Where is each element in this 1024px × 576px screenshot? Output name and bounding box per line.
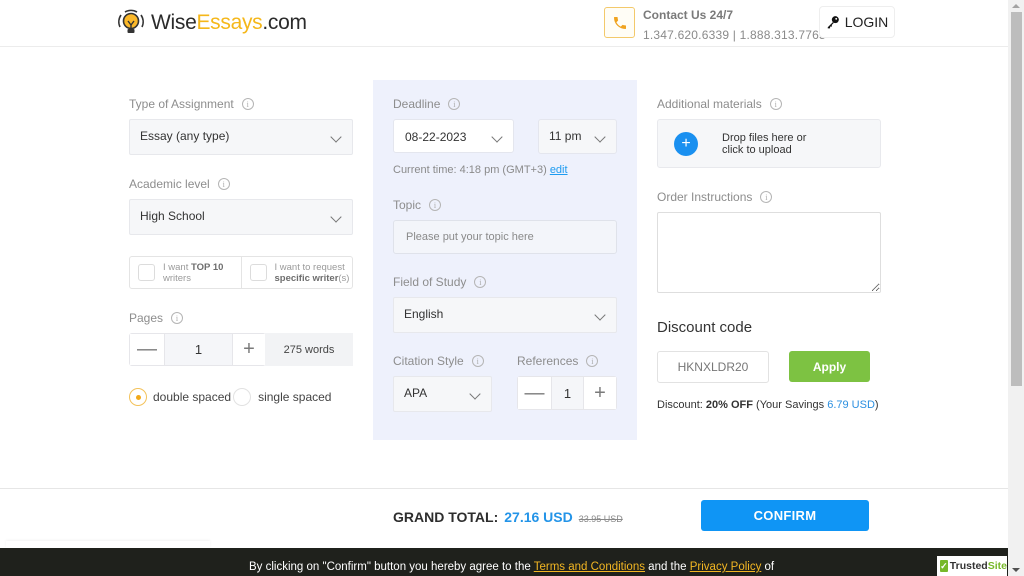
deadline-date-select[interactable]: 08-22-2023 <box>393 119 514 153</box>
topic-label: Topic i <box>393 198 442 212</box>
instructions-label: Order Instructions i <box>657 190 773 204</box>
single-spaced-label[interactable]: single spaced <box>258 390 331 404</box>
assignment-select[interactable]: Essay (any type) <box>129 119 353 155</box>
top10-checkbox[interactable] <box>138 264 155 281</box>
references-increment-button[interactable]: + <box>584 377 616 409</box>
info-icon[interactable]: i <box>171 312 184 324</box>
login-button[interactable]: LOGIN <box>819 6 895 38</box>
info-icon[interactable]: i <box>429 199 442 211</box>
deadline-time-select[interactable]: 11 pm <box>538 119 617 154</box>
discount-title: Discount code <box>657 319 753 336</box>
assignment-value: Essay (any type) <box>140 129 230 143</box>
chevron-down-icon <box>330 211 342 223</box>
specific-writer-option[interactable]: I want to request specific writer(s) <box>240 257 353 288</box>
field-label: Field of Study i <box>393 275 487 289</box>
chevron-down-icon <box>594 309 606 321</box>
privacy-link[interactable]: Privacy Policy <box>690 561 762 573</box>
trustedsite-badge[interactable]: ✓ Trusted Site <box>937 556 1007 576</box>
deadline-time-value: 11 pm <box>549 129 582 143</box>
field-value: English <box>404 307 444 321</box>
apply-discount-button[interactable]: Apply <box>789 351 870 382</box>
deadline-date-value: 08-22-2023 <box>405 130 467 144</box>
discount-code-input[interactable] <box>657 351 769 383</box>
references-value[interactable]: 1 <box>551 377 584 409</box>
lightbulb-icon <box>118 9 144 33</box>
references-label: References i <box>517 354 599 368</box>
academic-select[interactable]: High School <box>129 199 353 235</box>
terms-text: By clicking on "Confirm" button you here… <box>249 561 775 573</box>
plus-icon[interactable]: + <box>674 131 698 156</box>
grand-total-label: GRAND TOTAL: <box>393 509 499 525</box>
references-decrement-button[interactable]: — <box>518 377 551 409</box>
file-upload-dropzone[interactable]: + Drop files here or click to upload <box>657 119 881 168</box>
academic-label: Academic level i <box>129 177 230 191</box>
chevron-down-icon <box>491 131 503 143</box>
specific-writer-checkbox[interactable] <box>249 264 267 281</box>
citation-label: Citation Style i <box>393 354 484 368</box>
citation-select[interactable]: APA <box>393 376 492 412</box>
checkmark-icon: ✓ <box>940 560 948 572</box>
order-page: WiseEssays.com Contact Us 24/7 1.347.620… <box>0 0 1024 576</box>
terms-bar: By clicking on "Confirm" button you here… <box>0 548 1008 576</box>
current-time: Current time: 4:18 pm (GMT+3) edit <box>393 164 568 176</box>
info-icon[interactable]: i <box>769 98 782 110</box>
contact-block: Contact Us 24/7 1.347.620.6339 | 1.888.3… <box>604 7 826 42</box>
contact-phones[interactable]: 1.347.620.6339 | 1.888.313.7765 <box>643 28 826 42</box>
key-icon <box>827 16 839 29</box>
words-count: 275 words <box>265 333 353 366</box>
confirm-button[interactable]: CONFIRM <box>701 500 869 531</box>
chevron-down-icon <box>594 131 606 143</box>
field-select[interactable]: English <box>393 297 617 333</box>
deadline-label: Deadline i <box>393 97 461 111</box>
pages-stepper: — 1 + <box>129 333 266 366</box>
spacing-radio-group: double spaced single spaced <box>129 388 331 406</box>
login-label: LOGIN <box>844 14 889 30</box>
original-price: 33.95 USD <box>578 514 623 524</box>
grand-total: GRAND TOTAL: 27.16 USD 33.95 USD <box>393 509 623 525</box>
double-spaced-label[interactable]: double spaced <box>153 390 231 404</box>
chevron-down-icon <box>469 388 481 400</box>
pages-label: Pages i <box>129 311 184 325</box>
site-header: WiseEssays.com Contact Us 24/7 1.347.620… <box>0 0 1008 47</box>
order-instructions-textarea[interactable] <box>657 212 881 293</box>
materials-label: Additional materials i <box>657 97 782 111</box>
vertical-scrollbar[interactable] <box>1008 0 1024 576</box>
pages-decrement-button[interactable]: — <box>130 334 164 365</box>
info-icon[interactable]: i <box>217 178 230 190</box>
info-icon[interactable]: i <box>760 191 773 203</box>
terms-link[interactable]: Terms and Conditions <box>534 561 645 573</box>
info-icon[interactable]: i <box>448 98 461 110</box>
chevron-down-icon <box>330 131 342 143</box>
single-spaced-radio[interactable] <box>233 388 252 406</box>
double-spaced-radio[interactable] <box>129 388 147 406</box>
info-icon[interactable]: i <box>471 355 484 367</box>
contact-title: Contact Us 24/7 <box>643 8 734 22</box>
assignment-label: Type of Assignment i <box>129 97 254 111</box>
scroll-down-arrow-icon[interactable] <box>1012 568 1020 572</box>
scroll-thumb[interactable] <box>1011 12 1022 386</box>
logo[interactable]: WiseEssays.com <box>116 8 307 38</box>
edit-time-link[interactable]: edit <box>550 164 568 176</box>
info-icon[interactable]: i <box>241 98 254 110</box>
references-stepper: — 1 + <box>517 376 617 410</box>
info-icon[interactable]: i <box>586 355 599 367</box>
academic-value: High School <box>140 209 205 223</box>
pages-value[interactable]: 1 <box>164 334 233 365</box>
citation-value: APA <box>404 386 428 400</box>
info-icon[interactable]: i <box>474 276 487 288</box>
topic-input[interactable] <box>393 220 617 254</box>
phone-icon[interactable] <box>604 7 635 38</box>
writer-options: I want TOP 10 writers I want to request sp… <box>129 256 353 289</box>
discount-summary: Discount: 20% OFF (Your Savings 6.79 USD… <box>657 399 879 411</box>
logo-text: WiseEssays.com <box>151 11 307 34</box>
top10-writers-option[interactable]: I want TOP 10 writers <box>130 257 241 288</box>
scroll-up-arrow-icon[interactable] <box>1012 4 1020 8</box>
grand-total-value: 27.16 USD <box>504 509 573 525</box>
pages-increment-button[interactable]: + <box>233 334 265 365</box>
overlay-strip <box>6 541 210 548</box>
